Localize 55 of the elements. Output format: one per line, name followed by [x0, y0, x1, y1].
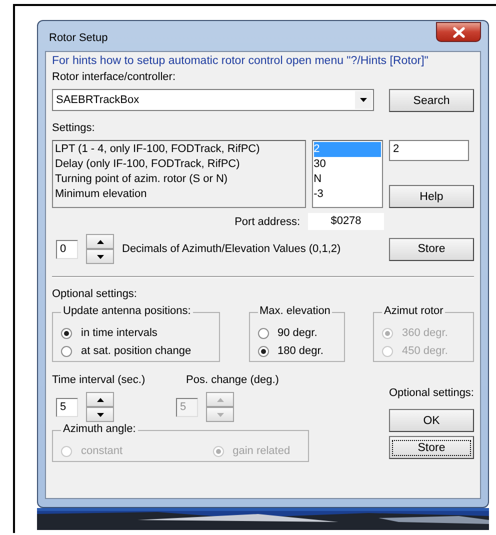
list-item: Delay (only IF-100, FODTrack, RifPC) — [55, 157, 241, 172]
radio-button[interactable] — [258, 346, 268, 356]
number-field[interactable]: 0 — [56, 240, 78, 258]
close-icon — [452, 26, 464, 38]
radio-option[interactable]: in time intervals — [61, 327, 213, 339]
field-label: Decimals of Azimuth/Elevation Values (0,1,2) — [122, 243, 341, 255]
down-triangle-icon — [96, 412, 104, 416]
port-address-field: $0278 — [308, 213, 384, 230]
spin-up-button[interactable] — [86, 392, 114, 407]
dropdown-arrow-button[interactable] — [355, 91, 372, 109]
up-triangle-icon — [96, 240, 104, 244]
window-title: Rotor Setup — [48, 32, 108, 44]
down-triangle-icon — [96, 254, 104, 258]
list-item[interactable]: N — [314, 172, 381, 187]
list-item: LPT (1 - 4, only IF-100, FODTrack, RifPC) — [55, 142, 261, 157]
radio-button[interactable] — [61, 346, 72, 356]
hint-text: For hints how to setup automatic rotor control open menu "?/Hints [Rotor]" — [52, 55, 430, 67]
section-label: Optional settings: — [52, 288, 138, 300]
number-field[interactable]: 5 — [56, 398, 78, 416]
field-label: Time interval (sec.) — [52, 374, 146, 386]
up-triangle-icon — [216, 398, 224, 402]
list-item[interactable]: -3 — [314, 187, 381, 202]
controller-dropdown[interactable]: SAEBRTrackBox — [52, 89, 374, 111]
group-title: Max. elevation — [258, 305, 332, 317]
group-title: Update antenna positions: — [61, 305, 193, 317]
up-triangle-icon — [96, 398, 104, 402]
close-button[interactable] — [436, 22, 481, 42]
field-label: Optional settings: — [389, 387, 474, 399]
radio-option[interactable]: at sat. position change — [61, 345, 213, 357]
radio-option[interactable]: 180 degr. — [258, 345, 338, 357]
value-field[interactable]: 2 — [389, 140, 469, 161]
spin-down-button[interactable] — [86, 249, 114, 264]
search-button[interactable]: Search — [389, 89, 474, 112]
list-item[interactable]: 30 — [314, 157, 381, 172]
radio-button[interactable] — [258, 328, 268, 338]
field-label: Rotor interface/controller: — [52, 71, 176, 83]
store-button[interactable]: Store — [389, 238, 474, 260]
caret-icon — [360, 98, 367, 102]
field-label: Port address: — [234, 216, 300, 228]
values-list[interactable]: 2 30 N -3 — [312, 140, 383, 208]
list-item: Turning point of azim. rotor (S or N) — [55, 172, 229, 187]
field-label: Pos. change (deg.) — [186, 374, 280, 386]
help-button[interactable]: Help — [389, 185, 474, 208]
section-label: Settings: — [52, 122, 96, 134]
ok-button[interactable]: OK — [389, 409, 474, 432]
list-item: Minimum elevation — [55, 187, 148, 202]
down-triangle-icon — [216, 412, 224, 416]
group-title: Azimut rotor — [382, 305, 446, 317]
dropdown-value: SAEBRTrackBox — [56, 94, 140, 106]
radio-button[interactable] — [61, 328, 72, 338]
spin-down-button[interactable] — [86, 407, 114, 422]
group-title: Azimuth angle: — [61, 423, 138, 435]
radio-option[interactable]: 90 degr. — [258, 327, 338, 339]
store-button[interactable]: Store — [389, 436, 474, 459]
spin-up-button[interactable] — [86, 234, 114, 249]
